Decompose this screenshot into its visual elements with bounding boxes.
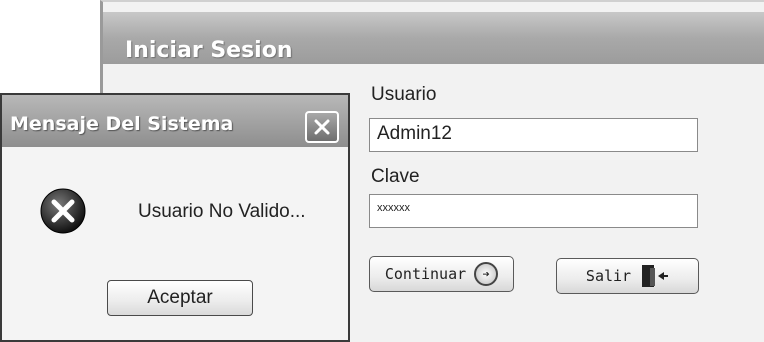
login-title: Iniciar Sesion xyxy=(125,38,293,63)
salir-button[interactable]: Salir xyxy=(556,258,699,294)
clave-label: Clave xyxy=(371,166,420,187)
usuario-label: Usuario xyxy=(371,84,437,105)
login-title-bar[interactable]: Iniciar Sesion xyxy=(103,12,764,64)
continuar-label: Continuar xyxy=(384,265,467,283)
arrow-right-circle-icon: ➔ xyxy=(474,262,499,286)
error-x-icon xyxy=(40,188,86,234)
message-dialog: Mensaje Del Sistema Usuario No Valido...… xyxy=(0,93,350,342)
message-text: Usuario No Valido... xyxy=(138,201,306,222)
clave-input[interactable]: xxxxxx xyxy=(369,194,698,228)
door-exit-icon xyxy=(642,265,669,287)
close-button[interactable] xyxy=(305,111,339,143)
aceptar-button[interactable]: Aceptar xyxy=(107,280,253,316)
message-title: Mensaje Del Sistema xyxy=(10,113,234,135)
usuario-input[interactable]: Admin12 xyxy=(369,118,698,152)
close-icon xyxy=(314,119,330,135)
aceptar-label: Aceptar xyxy=(147,287,213,308)
salir-label: Salir xyxy=(585,267,632,285)
continuar-button[interactable]: Continuar ➔ xyxy=(369,256,514,292)
message-title-bar[interactable]: Mensaje Del Sistema xyxy=(2,95,348,147)
